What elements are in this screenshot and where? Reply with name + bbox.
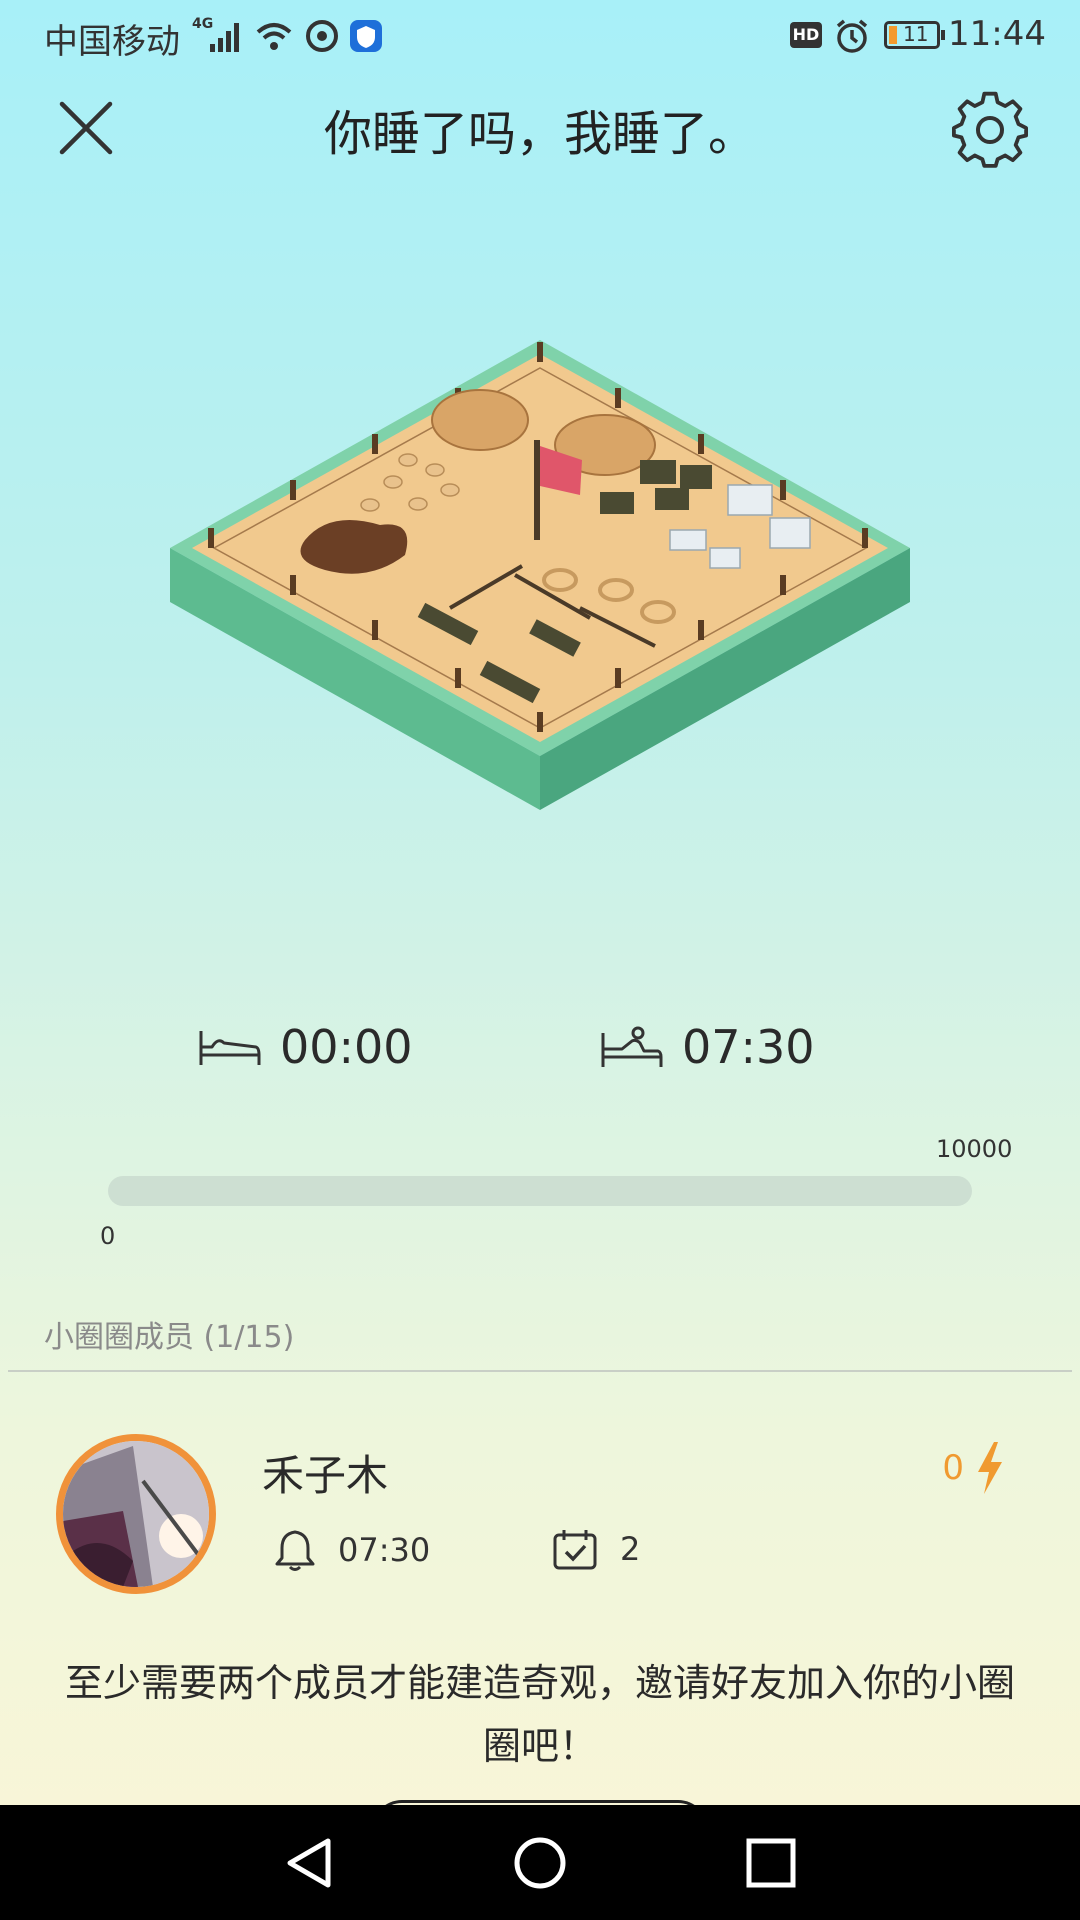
- bed-wake-icon: [601, 1026, 663, 1067]
- wifi-icon: [256, 23, 292, 50]
- sleep-time-group: 00:00: [198, 1012, 413, 1082]
- clock-time: 11:44: [948, 14, 1046, 54]
- calendar-check-icon: [553, 1530, 597, 1570]
- page-title: 你睡了吗，我睡了。: [323, 106, 756, 162]
- wonder-island-illustration: [170, 340, 910, 810]
- music-app-icon: [306, 20, 338, 52]
- shield-icon: [350, 20, 382, 52]
- avatar-image: [63, 1441, 209, 1587]
- signal-icon: [210, 23, 239, 52]
- member-checkin-count: 2: [620, 1530, 641, 1568]
- back-nav-icon[interactable]: [280, 1835, 340, 1891]
- progress-min-label: 0: [100, 1222, 116, 1250]
- alarm-clock-icon: [836, 19, 868, 53]
- invite-message: 至少需要两个成员才能建造奇观，邀请好友加入你的小圈圈吧！: [64, 1661, 1015, 1768]
- member-energy: 0: [942, 1442, 1004, 1494]
- recents-nav-icon[interactable]: [740, 1835, 800, 1891]
- sleep-time-value: 00:00: [280, 1020, 413, 1074]
- hd-badge: HD: [790, 22, 822, 48]
- progress-max-label: 10000: [936, 1135, 1013, 1163]
- battery-level: 11: [903, 22, 929, 46]
- avatar[interactable]: [56, 1434, 216, 1594]
- members-section-header: 小圈圈成员 (1/15): [44, 1320, 295, 1355]
- member-checkin: 2: [552, 1528, 640, 1570]
- home-nav-icon[interactable]: [510, 1835, 570, 1891]
- energy-progress-bar: [108, 1176, 972, 1206]
- wake-time-group: 07:30: [600, 1012, 815, 1082]
- bell-icon: [275, 1530, 315, 1571]
- carrier-label: 中国移动: [44, 22, 180, 62]
- member-alarm: 07:30: [274, 1528, 430, 1572]
- member-name: 禾子木: [262, 1451, 389, 1500]
- gear-icon[interactable]: [948, 88, 1032, 172]
- divider: [8, 1370, 1072, 1372]
- lightning-icon: [978, 1442, 1002, 1494]
- member-energy-value: 0: [942, 1448, 964, 1488]
- member-alarm-time: 07:30: [338, 1531, 431, 1569]
- bed-sleep-icon: [199, 1031, 261, 1065]
- wake-time-value: 07:30: [682, 1020, 815, 1074]
- battery-icon: 11: [884, 21, 945, 49]
- status-bar: 中国移动 4G HD 11 11:44: [0, 0, 1080, 72]
